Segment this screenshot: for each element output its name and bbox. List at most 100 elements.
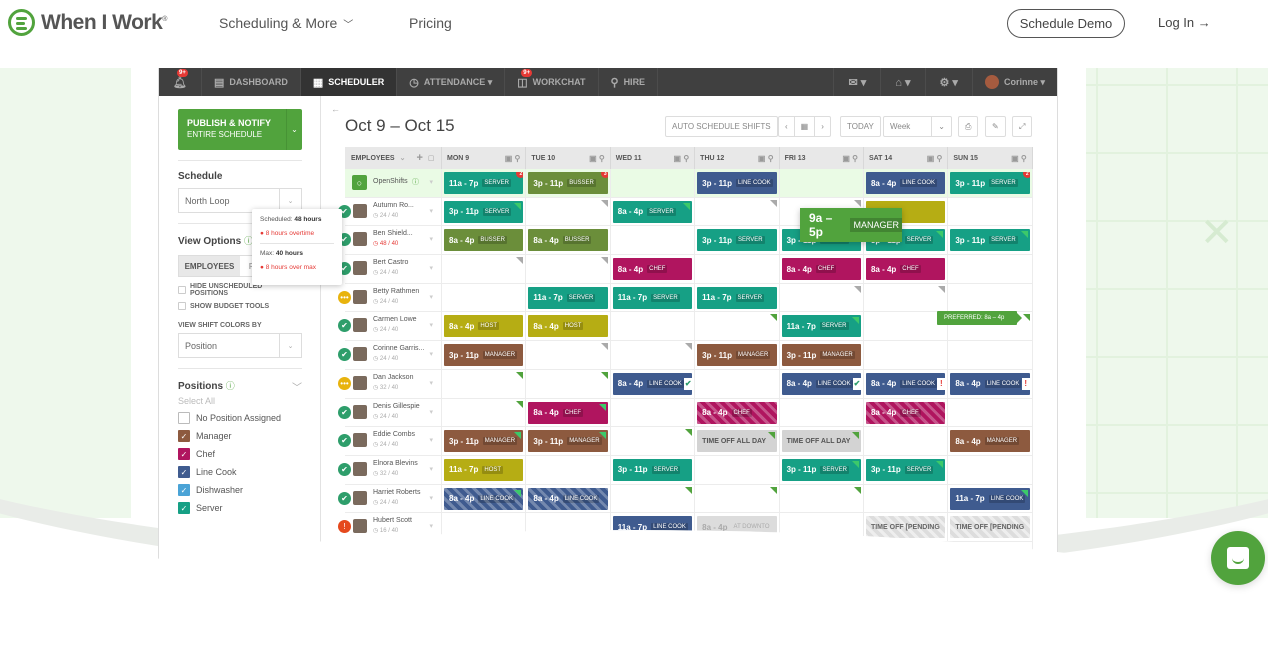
shift-block[interactable]: 3p - 11pSERVER: [697, 229, 777, 252]
schedule-cell[interactable]: 8a - 4p HOST: [526, 312, 611, 341]
schedule-cell[interactable]: 3p - 11p BUSSER 3: [526, 169, 611, 197]
shift-block[interactable]: 8a - 4p LINE COOK ✔: [781, 372, 861, 395]
schedule-cell[interactable]: 3p - 11p MANAGER: [695, 341, 780, 369]
shift-block[interactable]: 3p - 11pSERVER: [865, 458, 946, 481]
checkbox[interactable]: ✓: [178, 484, 190, 496]
shift-block[interactable]: 8a - 4p LINE COOK: [528, 487, 608, 510]
schedule-cell[interactable]: [695, 484, 780, 513]
position-filter-item[interactable]: ✓ Chef: [178, 448, 302, 460]
color-by-select[interactable]: Position ⌄: [178, 333, 302, 358]
position-filter-item[interactable]: ✓ Dishwasher: [178, 484, 302, 496]
day-header[interactable]: TUE 10 ▣ ⚲: [526, 147, 611, 169]
hide-unscheduled-checkbox[interactable]: HIDE UNSCHEDULED POSITIONS: [178, 283, 302, 297]
employee-cell[interactable]: ✔ Ben Shield... ◷ 48 / 40 ▾: [338, 226, 442, 255]
shift-block[interactable]: 8a - 4p CHEF: [697, 401, 777, 424]
employee-cell[interactable]: ••• Dan Jackson ◷ 32 / 40 ▾: [338, 369, 442, 398]
employee-cell[interactable]: ✔ Eddie Combs ◷ 24 / 40 ▾: [338, 427, 442, 455]
positions-heading[interactable]: Positions ⓘ ﹀: [178, 379, 302, 394]
schedule-cell[interactable]: [611, 427, 696, 455]
schedule-cell[interactable]: [780, 398, 864, 427]
schedule-cell[interactable]: [526, 341, 611, 369]
checkbox[interactable]: ✓: [178, 466, 190, 478]
schedule-cell[interactable]: 8a - 4p LINE COOK ✔: [780, 369, 864, 398]
next-week-button[interactable]: ›: [815, 117, 830, 136]
schedule-cell[interactable]: 8a - 4p LINE COOK: [442, 484, 527, 513]
employee-cell[interactable]: ✔ Autumn Ro... ◷ 24 / 40 ▾: [338, 197, 442, 226]
schedule-cell[interactable]: 8a - 4p CHEF: [864, 255, 949, 283]
schedule-cell[interactable]: 11a - 7p SERVER: [611, 283, 696, 312]
schedule-cell[interactable]: [442, 369, 527, 398]
schedule-cell[interactable]: [442, 255, 527, 283]
auto-schedule-button[interactable]: AUTO SCHEDULE SHIFTS: [665, 116, 778, 137]
shift-block[interactable]: 8a - 4p CHEF: [781, 258, 861, 281]
schedule-cell[interactable]: [948, 197, 1033, 226]
schedule-cell[interactable]: 8a - 4p CHEF: [526, 398, 611, 427]
shift-block[interactable]: 8a - 4p LINE COOK!: [865, 372, 946, 395]
schedule-cell[interactable]: 11a - 7p SERVER: [695, 283, 780, 312]
shift-block[interactable]: 8a - 4p CHEF: [865, 401, 946, 424]
tab-scheduler[interactable]: ▦ SCHEDULER: [300, 68, 398, 96]
schedule-cell[interactable]: 8a - 4p HOST: [442, 312, 527, 341]
employee-cell[interactable]: ✔ Denis Gillespie ◷ 24 / 40 ▾: [338, 398, 442, 427]
schedule-cell[interactable]: [611, 484, 696, 513]
schedule-cell[interactable]: [695, 312, 780, 341]
shift-block[interactable]: 11a - 7p SERVER 2: [444, 172, 524, 194]
brand-logo[interactable]: When I Work®: [8, 9, 167, 36]
checkbox[interactable]: [178, 412, 190, 424]
schedule-cell[interactable]: 8a - 4p LINE COOK: [864, 169, 949, 197]
shift-block[interactable]: 8a - 4p CHEF: [612, 258, 693, 281]
schedule-cell[interactable]: 11a - 7p SERVER: [526, 283, 611, 312]
shift-block[interactable]: 11a - 7p LINE COOK: [950, 487, 1030, 510]
schedule-cell[interactable]: [695, 197, 780, 226]
checkbox[interactable]: ✓: [178, 430, 190, 442]
shift-block[interactable]: 11a - 7p SERVER: [612, 286, 693, 309]
schedule-cell[interactable]: 3p - 11pSERVER: [695, 226, 780, 255]
add-icon[interactable]: +: [416, 152, 422, 164]
shift-block[interactable]: 8a - 4p LINE COOK: [865, 172, 946, 194]
schedule-cell[interactable]: [948, 398, 1033, 427]
schedule-cell[interactable]: [526, 255, 611, 283]
schedule-cell[interactable]: [695, 255, 780, 283]
prev-week-button[interactable]: ‹: [779, 117, 795, 136]
shift-block[interactable]: 3p - 11pSERVER: [612, 458, 693, 481]
schedule-cell[interactable]: [948, 455, 1033, 484]
chevron-down-icon[interactable]: ⌄: [286, 109, 302, 150]
today-button[interactable]: TODAY: [840, 116, 881, 137]
shift-block[interactable]: 8a - 4p BUSSER: [528, 229, 608, 252]
shift-block[interactable]: 3p - 11p MANAGER: [697, 344, 777, 367]
back-arrow-icon[interactable]: ←: [331, 104, 340, 114]
schedule-cell[interactable]: [526, 369, 611, 398]
schedule-cell[interactable]: 3p - 11p MANAGER: [780, 341, 864, 369]
shift-block[interactable]: 3p - 11p MANAGER: [781, 344, 861, 367]
chat-launcher-button[interactable]: [1211, 531, 1265, 585]
schedule-cell[interactable]: 3p - 11pSERVER: [864, 455, 949, 484]
shift-block[interactable]: 8a - 4p CHEF: [528, 401, 608, 424]
schedule-cell[interactable]: [526, 197, 611, 226]
schedule-cell[interactable]: 3p - 11p SERVER 2: [948, 169, 1033, 197]
day-header[interactable]: SUN 15 ▣ ⚲: [948, 147, 1033, 169]
shift-block[interactable]: 3p - 11p BUSSER 3: [528, 172, 608, 194]
shift-block[interactable]: 8a - 4p LINE COOK: [444, 487, 524, 510]
schedule-cell[interactable]: [611, 312, 696, 341]
position-filter-item[interactable]: ✓ Server: [178, 502, 302, 514]
schedule-cell[interactable]: 8a - 4p LINE COOK: [526, 484, 611, 513]
schedule-cell[interactable]: 8a - 4p CHEF: [864, 398, 949, 427]
schedule-cell[interactable]: 3p - 11pSERVER: [780, 455, 864, 484]
employee-cell[interactable]: ••• Betty Rathmen ◷ 24 / 40 ▾: [338, 283, 442, 312]
tab-employees[interactable]: EMPLOYEES: [179, 256, 240, 276]
day-header[interactable]: FRI 13 ▣ ⚲: [780, 147, 864, 169]
schedule-cell[interactable]: [611, 169, 696, 197]
schedule-cell[interactable]: [864, 427, 949, 455]
shift-block[interactable]: 3p - 11p SERVER 2: [950, 172, 1030, 194]
schedule-cell[interactable]: 11a - 7p SERVER 2: [442, 169, 527, 197]
schedule-cell[interactable]: 8a - 4p CHEF: [611, 255, 696, 283]
fullscreen-button[interactable]: ⤢: [1012, 116, 1033, 137]
shift-block[interactable]: 11a - 7p SERVER: [528, 286, 608, 309]
employee-cell[interactable]: ✔ Harriet Roberts ◷ 24 / 40 ▾: [338, 484, 442, 513]
shift-block[interactable]: 8a - 4p LINE COOK ✔: [612, 372, 693, 395]
employee-cell[interactable]: ✔ Bert Castro ◷ 24 / 40 ▾: [338, 255, 442, 283]
time-off-block[interactable]: TIME OFF ALL DAY: [781, 430, 861, 453]
schedule-cell[interactable]: [780, 283, 864, 312]
employees-column-header[interactable]: EMPLOYEES ⌄ + ▢: [345, 147, 442, 169]
schedule-cell[interactable]: 8a - 4p LINE COOK!: [864, 369, 949, 398]
